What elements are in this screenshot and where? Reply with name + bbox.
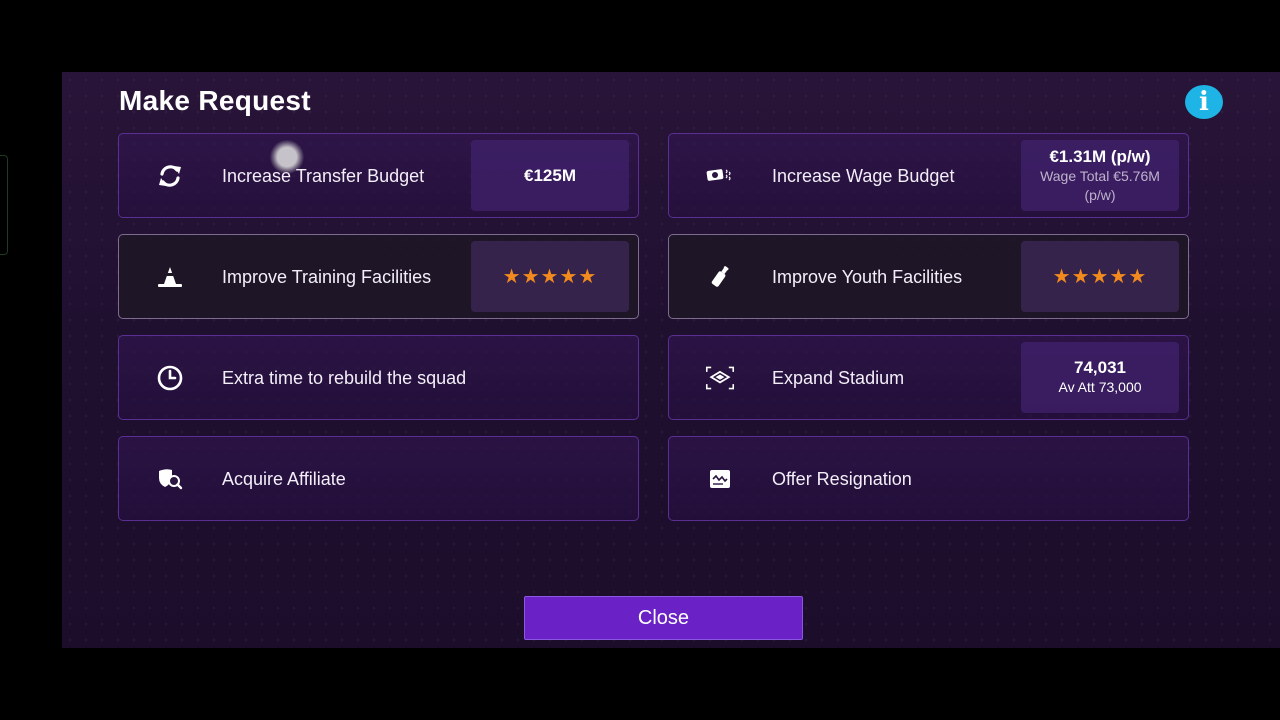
value-sub: Wage Total €5.76M (p/w) (1040, 167, 1160, 203)
make-request-panel: Make Request i Increase Transfer Budget … (62, 72, 1280, 648)
request-label: Expand Stadium (772, 367, 905, 388)
stadium-icon (705, 364, 735, 392)
page-title: Make Request (119, 85, 311, 116)
refresh-icon (155, 162, 185, 190)
request-transfer-budget[interactable]: Increase Transfer Budget €125M (118, 133, 639, 218)
info-icon: i (1199, 87, 1209, 117)
close-button[interactable]: Close (524, 596, 803, 640)
request-label: Increase Wage Budget (772, 165, 955, 186)
request-label: Increase Transfer Budget (222, 165, 425, 186)
request-training-facilities[interactable]: Improve Training Facilities ★★★★★ (118, 234, 639, 319)
shield-search-icon (155, 465, 185, 493)
request-wage-budget[interactable]: Increase Wage Budget €1.31M (p/w) Wage T… (668, 133, 1189, 218)
request-expand-stadium[interactable]: Expand Stadium 74,031 Av Att 73,000 (668, 335, 1189, 420)
youth-rating: ★★★★★ (1021, 241, 1179, 312)
wage-budget-value: €1.31M (p/w) Wage Total €5.76M (p/w) (1021, 140, 1179, 211)
request-label: Offer Resignation (772, 468, 912, 489)
star-rating: ★★★★★ (1052, 266, 1148, 288)
request-label: Acquire Affiliate (222, 468, 346, 489)
info-button[interactable]: i (1185, 85, 1223, 119)
request-label: Extra time to rebuild the squad (222, 367, 467, 388)
document-icon (705, 465, 735, 493)
value-sub: Av Att 73,000 (1058, 379, 1142, 395)
value-main: 74,031 (1074, 358, 1126, 377)
request-label: Improve Training Facilities (222, 266, 432, 287)
request-rebuild-time[interactable]: Extra time to rebuild the squad (118, 335, 639, 420)
touch-indicator (270, 140, 304, 174)
cone-icon (155, 263, 185, 291)
training-rating: ★★★★★ (471, 241, 629, 312)
bottle-icon (705, 263, 735, 291)
value-main: €125M (524, 165, 576, 185)
side-edge-hint (0, 155, 8, 255)
stadium-capacity-value: 74,031 Av Att 73,000 (1021, 342, 1179, 413)
request-label: Improve Youth Facilities (772, 266, 963, 287)
star-rating: ★★★★★ (502, 266, 598, 288)
value-main: €1.31M (p/w) (1049, 146, 1151, 166)
transfer-budget-value: €125M (471, 140, 629, 211)
money-icon (705, 162, 735, 190)
request-acquire-affiliate[interactable]: Acquire Affiliate (118, 436, 639, 521)
request-youth-facilities[interactable]: Improve Youth Facilities ★★★★★ (668, 234, 1189, 319)
request-offer-resignation[interactable]: Offer Resignation (668, 436, 1189, 521)
clock-icon (155, 364, 185, 392)
